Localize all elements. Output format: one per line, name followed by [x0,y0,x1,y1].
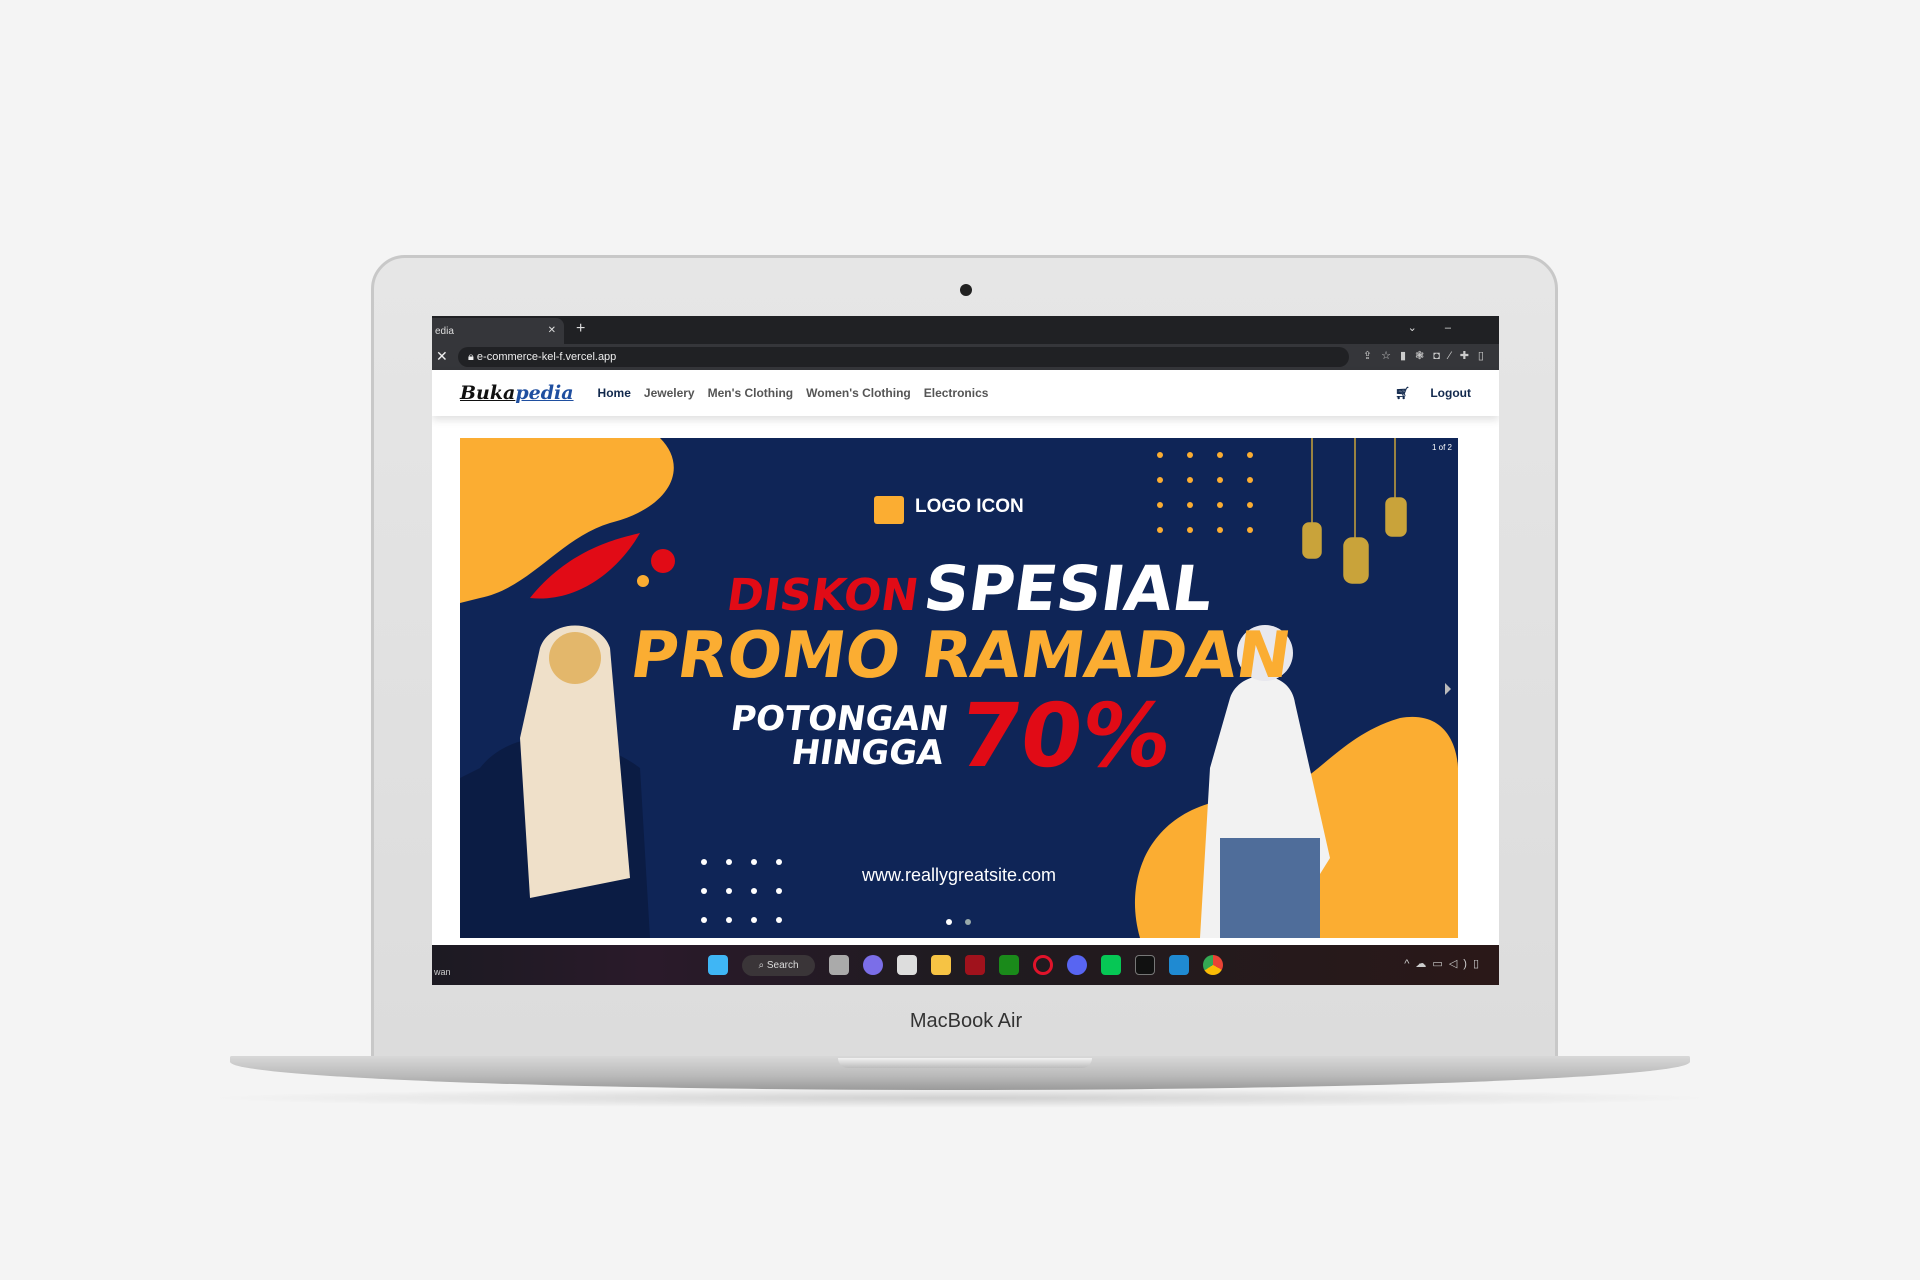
search-label: Search [766,959,799,971]
address-bar: ✕ 🔒︎ e-commerce-kel-f.vercel.app ⇪☆▮❃◘⁄✚… [432,344,1499,370]
device-label: MacBook Air [909,1010,1023,1032]
windows-taskbar: wan ⌕ Search ^☁▭◁)▯ [432,945,1499,985]
task-view-icon[interactable] [828,955,849,975]
hingga-text: HINGGA [788,733,947,773]
system-tray[interactable]: ^☁▭◁)▯ [1404,957,1485,970]
start-icon[interactable] [708,955,729,975]
banner-logo-text: LOGO ICON [915,496,1024,517]
discount-percent: 70% [952,684,1178,787]
laptop-shadow [200,1088,1720,1108]
discord-icon[interactable] [1066,955,1087,975]
webcam [960,284,972,296]
potongan-text: POTONGAN [728,699,951,739]
logo-part-a: Buka [460,382,516,404]
game-icon[interactable] [964,955,985,975]
nav-home[interactable]: Home [598,386,631,400]
carousel-dot-active[interactable] [946,919,952,925]
tab-title: edia [435,326,454,337]
browser-tab[interactable]: edia ✕ [432,318,564,344]
logout-button[interactable]: Logout [1430,386,1471,400]
laptop-screen: edia ✕ + ⌄– ✕ 🔒︎ e-commerce-kel-f.vercel.… [432,316,1499,985]
nav-womens-clothing[interactable]: Women's Clothing [806,386,911,400]
file-explorer-icon[interactable] [930,955,951,975]
slide-counter: 1 of 2 [1431,443,1452,452]
promo-ramadan-text: PROMO RAMADAN [626,619,1296,693]
snipping-tool-icon[interactable] [896,955,917,975]
nav-mens-clothing[interactable]: Men's Clothing [708,386,794,400]
carousel-dot[interactable] [965,919,971,925]
browser-tab-bar: edia ✕ + ⌄– [432,316,1499,344]
lock-icon: 🔒︎ [468,351,477,363]
diskon-text: DISKON [723,570,922,621]
cart-icon[interactable]: 🛒︎ [1395,386,1410,400]
opera-icon[interactable] [1032,955,1053,975]
chrome-icon[interactable] [1202,955,1223,975]
extension-icons[interactable]: ⇪☆▮❃◘⁄✚▯ [1363,349,1493,362]
vscode-icon[interactable] [1168,955,1189,975]
spesial-text: SPESIAL [919,552,1218,625]
laptop-notch [838,1058,1092,1068]
nav-jewelery[interactable]: Jewelery [644,386,695,400]
new-tab-icon[interactable]: + [576,320,585,338]
stop-icon[interactable]: ✕ [436,348,448,365]
window-controls[interactable]: ⌄– [1408,321,1479,334]
website-text: www.reallygreatsite.com [861,865,1057,885]
taskbar-user: wan [434,967,451,977]
promo-carousel[interactable]: 1 of 2 LOGO ICON DISKON SPESIAL PROMO RA… [460,438,1458,938]
teams-icon[interactable] [862,955,883,975]
line-icon[interactable] [1100,955,1121,975]
xbox-icon[interactable] [998,955,1019,975]
logo-part-b: pedia [515,382,574,404]
url-input[interactable]: 🔒︎ e-commerce-kel-f.vercel.app [458,347,1349,367]
url-text: e-commerce-kel-f.vercel.app [476,351,617,363]
site-logo[interactable]: Bukapedia [460,382,574,404]
terminal-icon[interactable] [1134,955,1155,975]
taskbar-search[interactable]: ⌕ Search [742,954,815,976]
site-navbar: Bukapedia Home Jewelery Men's Clothing W… [432,370,1499,416]
nav-electronics[interactable]: Electronics [924,386,989,400]
carousel-dots[interactable] [946,919,971,925]
close-tab-icon[interactable]: ✕ [548,325,556,336]
